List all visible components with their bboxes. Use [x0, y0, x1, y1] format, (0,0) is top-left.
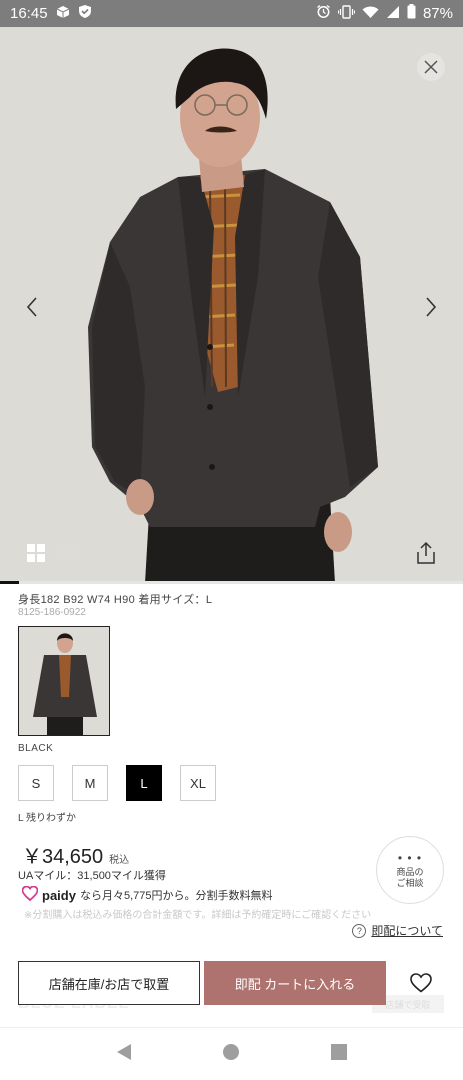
close-button[interactable]	[417, 53, 445, 81]
chevron-right-icon	[426, 297, 437, 317]
shield-icon	[78, 4, 92, 23]
price: ￥34,650	[22, 846, 104, 868]
action-bar: BLUE LABEL 店舗で受取 店舗在庫/お店で取置 即配 カートに入れる	[0, 955, 463, 1027]
share-button[interactable]	[415, 541, 439, 567]
recents-nav-button[interactable]	[330, 1043, 348, 1066]
help-icon: ?	[352, 923, 367, 938]
battery-icon	[407, 4, 416, 23]
more-dots-icon: • • •	[397, 851, 423, 865]
gallery-progress	[0, 581, 463, 584]
product-photo	[0, 27, 463, 583]
next-image-button[interactable]	[419, 292, 443, 322]
product-consult-button[interactable]: • • • 商品の ご相談	[376, 836, 444, 904]
wifi-icon	[362, 5, 379, 23]
product-code: 8125-186-0922	[18, 607, 86, 618]
cube-icon	[56, 5, 70, 23]
previous-image-button[interactable]	[20, 292, 44, 322]
color-name: BLACK	[18, 743, 54, 754]
miles-info: UAマイル：31,500マイル獲得	[18, 870, 166, 882]
close-icon	[424, 60, 438, 74]
faint-notice: ※分割購入は税込み価格の合計金額です。詳細は予約確定時にご確認ください	[24, 910, 372, 921]
chevron-left-icon	[26, 297, 37, 317]
paidy-heart-icon	[21, 885, 39, 904]
consult-label-line1: 商品の	[396, 867, 424, 878]
paidy-info[interactable]: paidy なら月々5,775円から。分割手数料無料	[21, 885, 273, 904]
back-nav-button[interactable]	[115, 1043, 133, 1066]
home-nav-button[interactable]	[222, 1043, 240, 1066]
grid-icon	[27, 544, 45, 562]
color-swatch-thumbnail[interactable]	[18, 626, 110, 736]
battery-percent: 87%	[422, 5, 453, 22]
size-selector: S M L XL	[18, 765, 216, 801]
product-image-gallery[interactable]: 1/25	[0, 27, 463, 583]
favorite-button[interactable]	[410, 973, 434, 995]
signal-icon	[386, 5, 400, 23]
image-counter: 1/25	[55, 547, 79, 561]
consult-label-line2: ご相談	[396, 878, 424, 889]
vibrate-icon	[337, 4, 356, 23]
sokuhai-info-link[interactable]: ? 即配について	[352, 922, 443, 939]
thumbnail-photo	[19, 627, 109, 735]
paidy-text: なら月々5,775円から。分割手数料無料	[79, 890, 273, 902]
size-option-m[interactable]: M	[72, 765, 108, 801]
model-info: 身長182 B92 W74 H90 着用サイズ：L	[18, 594, 213, 606]
gallery-progress-fill	[0, 581, 19, 584]
store-stock-button[interactable]: 店舗在庫/お店で取置	[18, 961, 200, 1005]
size-option-xl[interactable]: XL	[180, 765, 216, 801]
tax-label: 税込	[109, 855, 130, 866]
size-option-s[interactable]: S	[18, 765, 54, 801]
stock-note: L 残りわずか	[18, 813, 76, 824]
sokuhai-link-label: 即配について	[371, 924, 443, 938]
back-triangle-icon	[116, 1043, 131, 1060]
system-nav-bar	[0, 1028, 463, 1080]
add-to-cart-button[interactable]: 即配 カートに入れる	[204, 961, 386, 1005]
home-circle-icon	[223, 1043, 240, 1060]
status-bar: 16:45 87%	[0, 0, 463, 27]
paidy-logo: paidy	[42, 887, 76, 903]
size-option-l[interactable]: L	[126, 765, 162, 801]
grid-view-button[interactable]	[26, 543, 46, 563]
status-time: 16:45	[10, 5, 48, 22]
alarm-icon	[316, 4, 331, 23]
recents-square-icon	[331, 1043, 348, 1060]
price-row: ￥34,650 税込	[22, 840, 129, 869]
share-icon	[417, 541, 435, 564]
heart-icon	[410, 973, 432, 993]
